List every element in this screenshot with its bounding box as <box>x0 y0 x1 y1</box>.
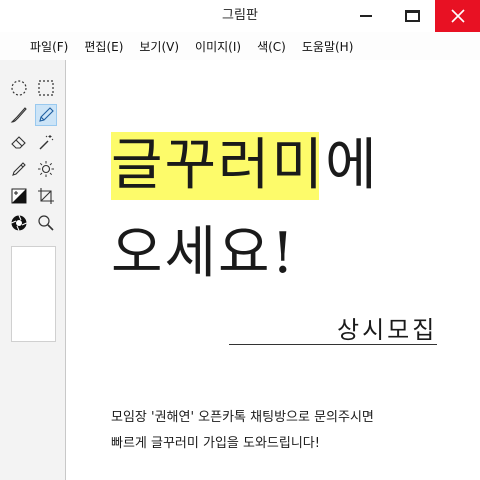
menu-view[interactable]: 보기(V) <box>139 38 179 55</box>
color-swatch-panel[interactable] <box>11 246 56 342</box>
pencil-icon <box>39 107 54 122</box>
rect-select-icon <box>38 80 54 96</box>
ellipse-select-icon <box>11 80 27 96</box>
minimize-button[interactable] <box>343 0 389 32</box>
eyedropper-icon <box>12 162 26 176</box>
aperture-tool[interactable] <box>8 212 30 234</box>
subheading: 상시모집 <box>337 316 438 344</box>
menu-edit[interactable]: 편집(E) <box>84 38 123 55</box>
eyedropper-tool[interactable] <box>8 158 30 180</box>
aperture-icon <box>11 215 27 231</box>
eraser-tool[interactable] <box>8 131 30 153</box>
toolbox <box>0 60 66 480</box>
brush-icon <box>10 107 27 123</box>
drawing-canvas[interactable]: 글꾸러미에 오세요! 상시모집 모임장 '권해연' 오픈카톡 채팅방으로 문의주… <box>67 60 480 480</box>
ellipse-select-tool[interactable] <box>8 77 30 99</box>
maximize-icon <box>404 10 420 22</box>
magic-wand-tool[interactable] <box>35 131 57 153</box>
pencil-tool[interactable] <box>35 104 57 126</box>
magic-wand-icon <box>39 135 54 150</box>
body-text-line-2: 빠르게 글꾸러미 가입을 도와드립니다! <box>111 436 320 451</box>
contrast-tool[interactable] <box>8 185 30 207</box>
zoom-icon <box>38 215 54 231</box>
crop-tool[interactable] <box>35 185 57 207</box>
zoom-tool[interactable] <box>35 212 57 234</box>
minimize-icon <box>360 15 372 17</box>
title-bar: 그림판 <box>0 0 480 32</box>
contrast-icon <box>11 188 27 204</box>
brightness-tool[interactable] <box>35 158 57 180</box>
brightness-icon <box>38 161 54 177</box>
rect-select-tool[interactable] <box>35 77 57 99</box>
brush-tool[interactable] <box>8 104 30 126</box>
menu-help[interactable]: 도움말(H) <box>302 38 354 55</box>
close-icon <box>450 9 465 23</box>
body-text-line-1: 모임장 '권해연' 오픈카톡 채팅방으로 문의주시면 <box>111 410 374 425</box>
underline-rule <box>229 344 437 345</box>
menu-image[interactable]: 이미지(I) <box>195 38 241 55</box>
menu-bar: 파일(F) 편집(E) 보기(V) 이미지(I) 색(C) 도움말(H) <box>0 32 480 60</box>
menu-color[interactable]: 색(C) <box>257 38 286 55</box>
eraser-icon <box>11 136 26 149</box>
menu-file[interactable]: 파일(F) <box>30 38 68 55</box>
crop-icon <box>38 188 54 204</box>
close-button[interactable] <box>435 0 480 32</box>
headline-line-1: 글꾸러미에 <box>111 133 379 198</box>
maximize-button[interactable] <box>389 0 435 32</box>
headline-line-2: 오세요! <box>111 221 297 286</box>
